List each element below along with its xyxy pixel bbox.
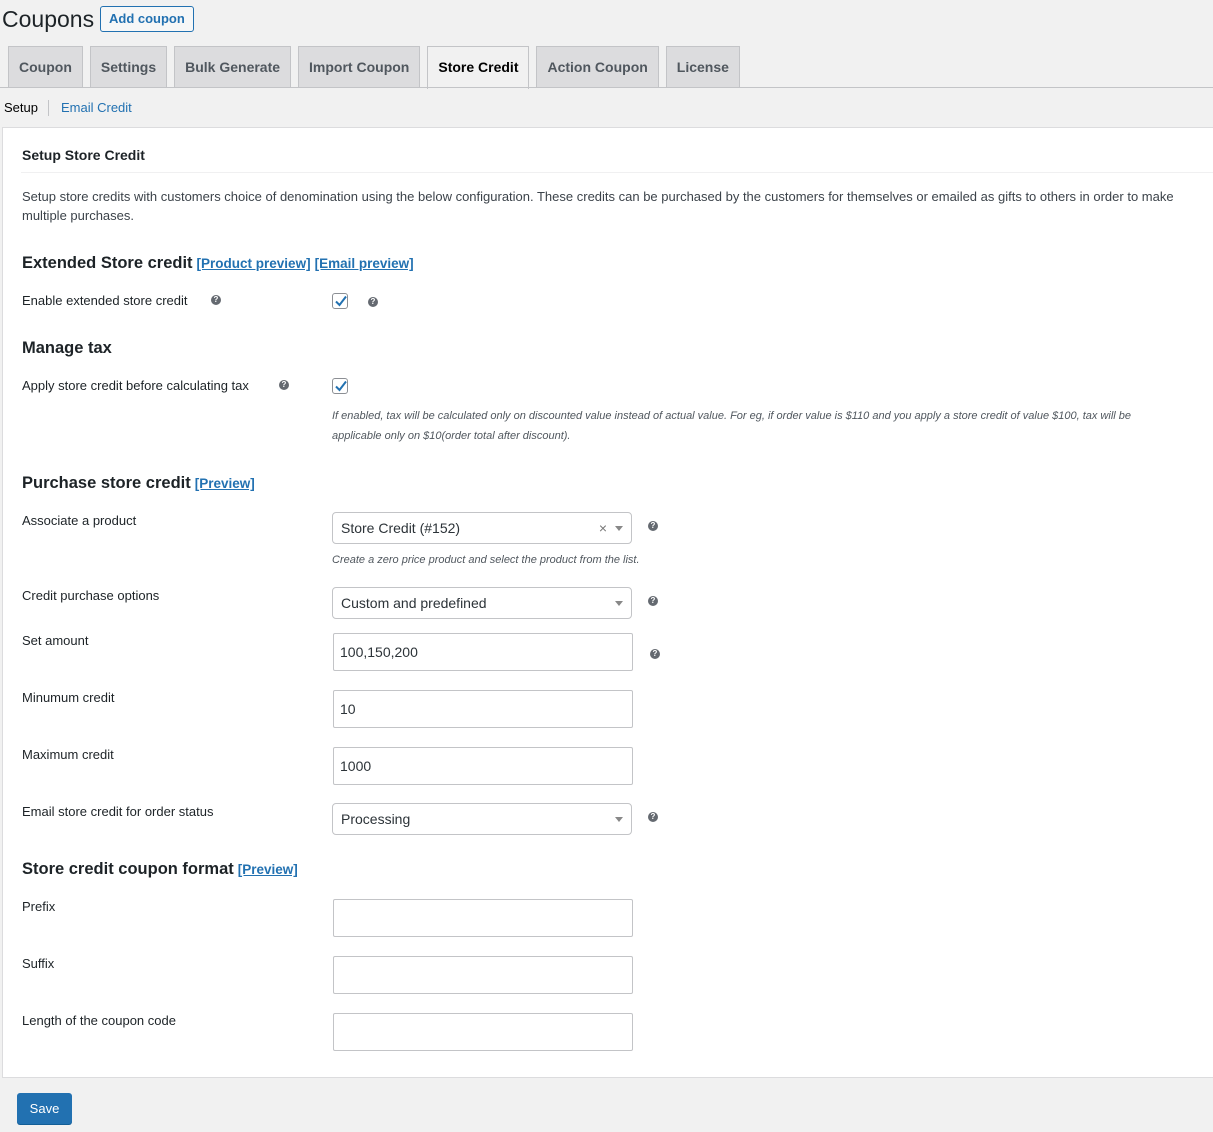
purchase-heading-text: Purchase store credit <box>22 474 191 492</box>
subnav-separator <box>47 100 49 116</box>
help-icon[interactable]: ? <box>650 649 660 659</box>
order-status-select[interactable]: Processing <box>332 803 632 835</box>
order-status-label: Email store credit for order status <box>22 804 214 819</box>
coupon-format-heading: Store credit coupon format [Preview] <box>22 858 298 881</box>
help-icon[interactable]: ? <box>279 380 289 390</box>
extended-heading-text: Extended Store credit <box>22 254 193 272</box>
footer-divider <box>2 1077 1213 1078</box>
email-preview-link[interactable]: [Email preview] <box>315 256 414 271</box>
associate-product-description: Create a zero price product and select t… <box>332 554 640 566</box>
associate-product-value: Store Credit (#152) <box>341 520 461 536</box>
dropdown-arrow-icon <box>615 526 623 531</box>
setup-intro: Setup store credits with customers choic… <box>22 189 1174 223</box>
maximum-credit-label: Maximum credit <box>22 747 114 762</box>
purchase-preview-link[interactable]: [Preview] <box>195 476 255 491</box>
enable-extended-checkbox[interactable] <box>332 293 348 309</box>
associate-product-label: Associate a product <box>22 513 137 528</box>
prefix-input[interactable] <box>333 899 633 937</box>
set-amount-input[interactable]: 100,150,200 <box>333 633 633 671</box>
checkmark-icon <box>335 380 347 392</box>
tab-bulk-generate[interactable]: Bulk Generate <box>174 46 292 88</box>
set-amount-label: Set amount <box>22 633 89 648</box>
code-length-label: Length of the coupon code <box>22 1013 176 1028</box>
credit-purchase-options-select[interactable]: Custom and predefined <box>332 587 632 619</box>
tab-divider <box>0 87 1213 88</box>
coupon-format-preview-link[interactable]: [Preview] <box>238 862 298 877</box>
help-icon[interactable]: ? <box>648 596 658 606</box>
dropdown-arrow-icon <box>615 817 623 822</box>
suffix-input[interactable] <box>333 956 633 994</box>
tab-coupon[interactable]: Coupon <box>8 46 83 88</box>
apply-before-tax-label: Apply store credit before calculating ta… <box>22 378 249 393</box>
order-status-value: Processing <box>341 811 411 827</box>
clear-selection-icon[interactable]: × <box>599 513 607 543</box>
manage-tax-heading: Manage tax <box>22 339 112 357</box>
subnav-email-credit[interactable]: Email Credit <box>61 99 132 117</box>
tab-license[interactable]: License <box>665 46 740 88</box>
minimum-credit-label: Minumum credit <box>22 690 115 705</box>
subnav: Setup Email Credit <box>4 99 132 117</box>
code-length-input[interactable] <box>333 1013 633 1051</box>
suffix-label: Suffix <box>22 956 55 971</box>
dropdown-arrow-icon <box>615 601 623 606</box>
page-title: Coupons <box>2 6 95 32</box>
save-button[interactable]: Save <box>17 1093 72 1124</box>
credit-purchase-options-label: Credit purchase options <box>22 588 160 603</box>
tab-import-coupon[interactable]: Import Coupon <box>298 46 421 88</box>
extended-heading: Extended Store credit [Product preview] [E… <box>22 252 414 275</box>
prefix-label: Prefix <box>22 899 56 914</box>
coupon-format-heading-text: Store credit coupon format <box>22 860 234 878</box>
purchase-heading: Purchase store credit [Preview] <box>22 472 255 495</box>
credit-purchase-options-value: Custom and predefined <box>341 595 487 611</box>
product-preview-link[interactable]: [Product preview] <box>197 256 311 271</box>
help-icon[interactable]: ? <box>648 521 658 531</box>
tax-description-line-2: applicable only on $10(order total after… <box>332 430 571 442</box>
setup-title: Setup Store Credit <box>22 147 145 163</box>
checkmark-icon <box>335 295 347 307</box>
minimum-credit-input[interactable]: 10 <box>333 690 633 728</box>
enable-extended-label: Enable extended store credit <box>22 293 188 308</box>
help-icon[interactable]: ? <box>368 297 378 307</box>
apply-before-tax-checkbox[interactable] <box>332 378 348 394</box>
tab-bar: Coupon Settings Bulk Generate Import Cou… <box>8 46 747 89</box>
add-coupon-button[interactable]: Add coupon <box>100 6 194 32</box>
tax-description: If enabled, tax will be calculated only … <box>332 406 1212 446</box>
tab-action-coupon[interactable]: Action Coupon <box>536 46 659 88</box>
help-icon[interactable]: ? <box>211 295 221 305</box>
tab-store-credit[interactable]: Store Credit <box>427 46 530 89</box>
associate-product-select[interactable]: Store Credit (#152) × <box>332 512 632 544</box>
maximum-credit-input[interactable]: 1000 <box>333 747 633 785</box>
setup-title-divider <box>21 172 1213 173</box>
help-icon[interactable]: ? <box>648 812 658 822</box>
tax-description-line-1: If enabled, tax will be calculated only … <box>332 410 1132 422</box>
tab-settings[interactable]: Settings <box>89 46 168 88</box>
subnav-setup[interactable]: Setup <box>4 99 38 117</box>
